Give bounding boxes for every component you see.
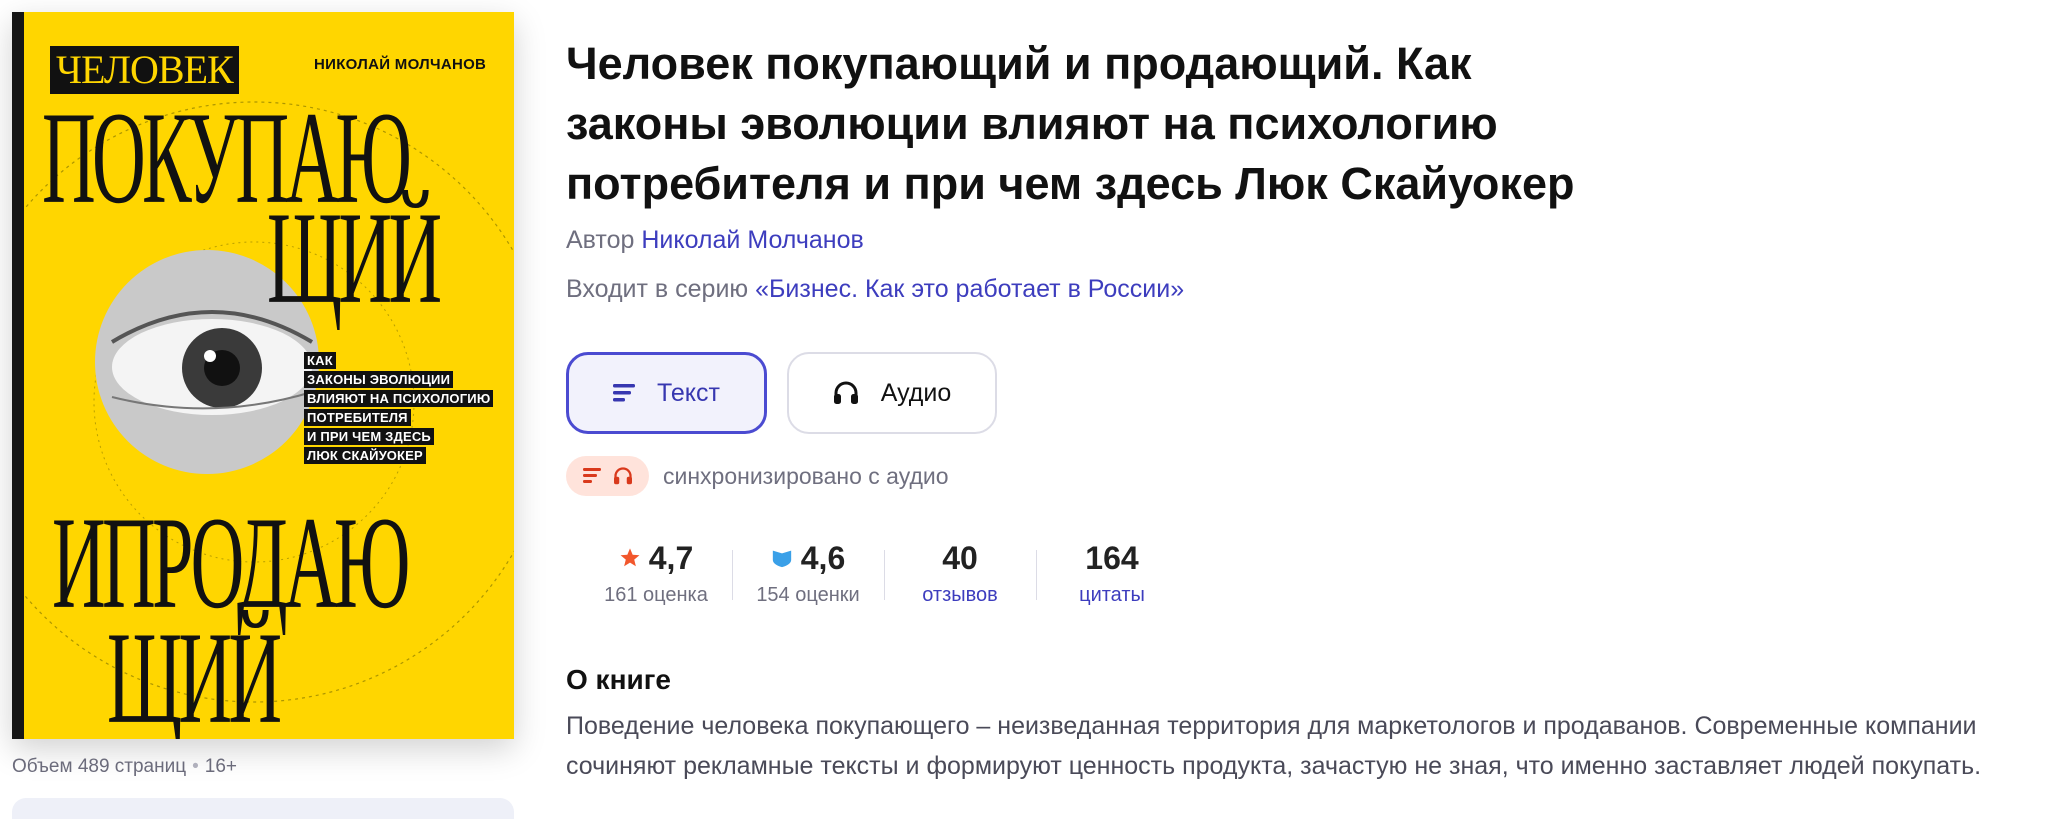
- cover-title-word: ЩИЙ: [107, 604, 282, 739]
- book-meta: Объем 489 страниц • 16+: [12, 756, 237, 778]
- book-shield-icon: [772, 550, 791, 568]
- about-text: Поведение человека покупающего – неизвед…: [566, 712, 1982, 780]
- headphones-icon: [613, 467, 632, 485]
- audio-format-label: Аудио: [880, 378, 952, 407]
- series-row: Входит в серию «Бизнес. Как это работает…: [566, 275, 1184, 304]
- headphones-icon: [833, 381, 859, 405]
- cover-title-word: ЩИЙ: [267, 184, 442, 331]
- sync-text: синхронизировано с аудио: [663, 462, 949, 489]
- rating-livelib[interactable]: 4,6 154 оценки: [732, 536, 884, 607]
- star-icon: [620, 548, 640, 567]
- rating-count: 154 оценки: [756, 584, 860, 606]
- book-cover[interactable]: ЧЕЛОВЕК НИКОЛАЙ МОЛЧАНОВ ПОКУПАЮ ЩИЙ ИПР…: [12, 12, 514, 739]
- cover-author: НИКОЛАЙ МОЛЧАНОВ: [314, 56, 487, 73]
- rating-value: 4,6: [800, 539, 846, 576]
- age-rating: 16+: [204, 756, 238, 777]
- text-format-button[interactable]: Текст: [566, 352, 767, 434]
- rating-count: 161 оценка: [604, 584, 708, 606]
- series-link[interactable]: «Бизнес. Как это работает в России»: [755, 275, 1184, 303]
- cover-spine: [12, 12, 24, 739]
- about-heading: О книге: [566, 664, 671, 695]
- page-count: Объем 489 страниц: [12, 756, 187, 777]
- author-link[interactable]: Николай Молчанов: [641, 226, 863, 254]
- reviews-stat[interactable]: 40 отзывов: [884, 536, 1036, 607]
- cover-subtitle: КАК ЗАКОНЫ ЭВОЛЮЦИИ ВЛИЯЮТ НА ПСИХОЛОГИЮ…: [304, 352, 494, 466]
- sync-badge: [566, 456, 649, 496]
- reviews-count: 40: [942, 539, 978, 576]
- sync-info: синхронизировано с аудио: [566, 456, 949, 496]
- separator-dot: •: [192, 756, 199, 777]
- book-title: Человек покупающий и продающий. Как зако…: [566, 38, 1575, 209]
- stats-row: 4,7 161 оценка 4,6 154 оценки 40 отзывов…: [580, 536, 1188, 607]
- action-panel[interactable]: [12, 798, 514, 819]
- rating-litres[interactable]: 4,7 161 оценка: [580, 536, 732, 607]
- reviews-link[interactable]: отзывов: [884, 584, 1036, 607]
- author-row: Автор Николай Молчанов: [566, 226, 864, 255]
- quotes-stat[interactable]: 164 цитаты: [1036, 536, 1188, 607]
- quotes-count: 164: [1085, 539, 1139, 576]
- text-lines-icon: [582, 468, 601, 483]
- quotes-link[interactable]: цитаты: [1036, 584, 1188, 607]
- audio-format-button[interactable]: Аудио: [787, 352, 997, 434]
- author-label: Автор: [566, 226, 635, 254]
- series-label: Входит в серию: [566, 275, 749, 303]
- cover-art: ЧЕЛОВЕК НИКОЛАЙ МОЛЧАНОВ ПОКУПАЮ ЩИЙ ИПР…: [12, 12, 514, 739]
- rating-value: 4,7: [648, 539, 694, 576]
- text-lines-icon: [613, 383, 636, 403]
- text-format-label: Текст: [657, 378, 720, 407]
